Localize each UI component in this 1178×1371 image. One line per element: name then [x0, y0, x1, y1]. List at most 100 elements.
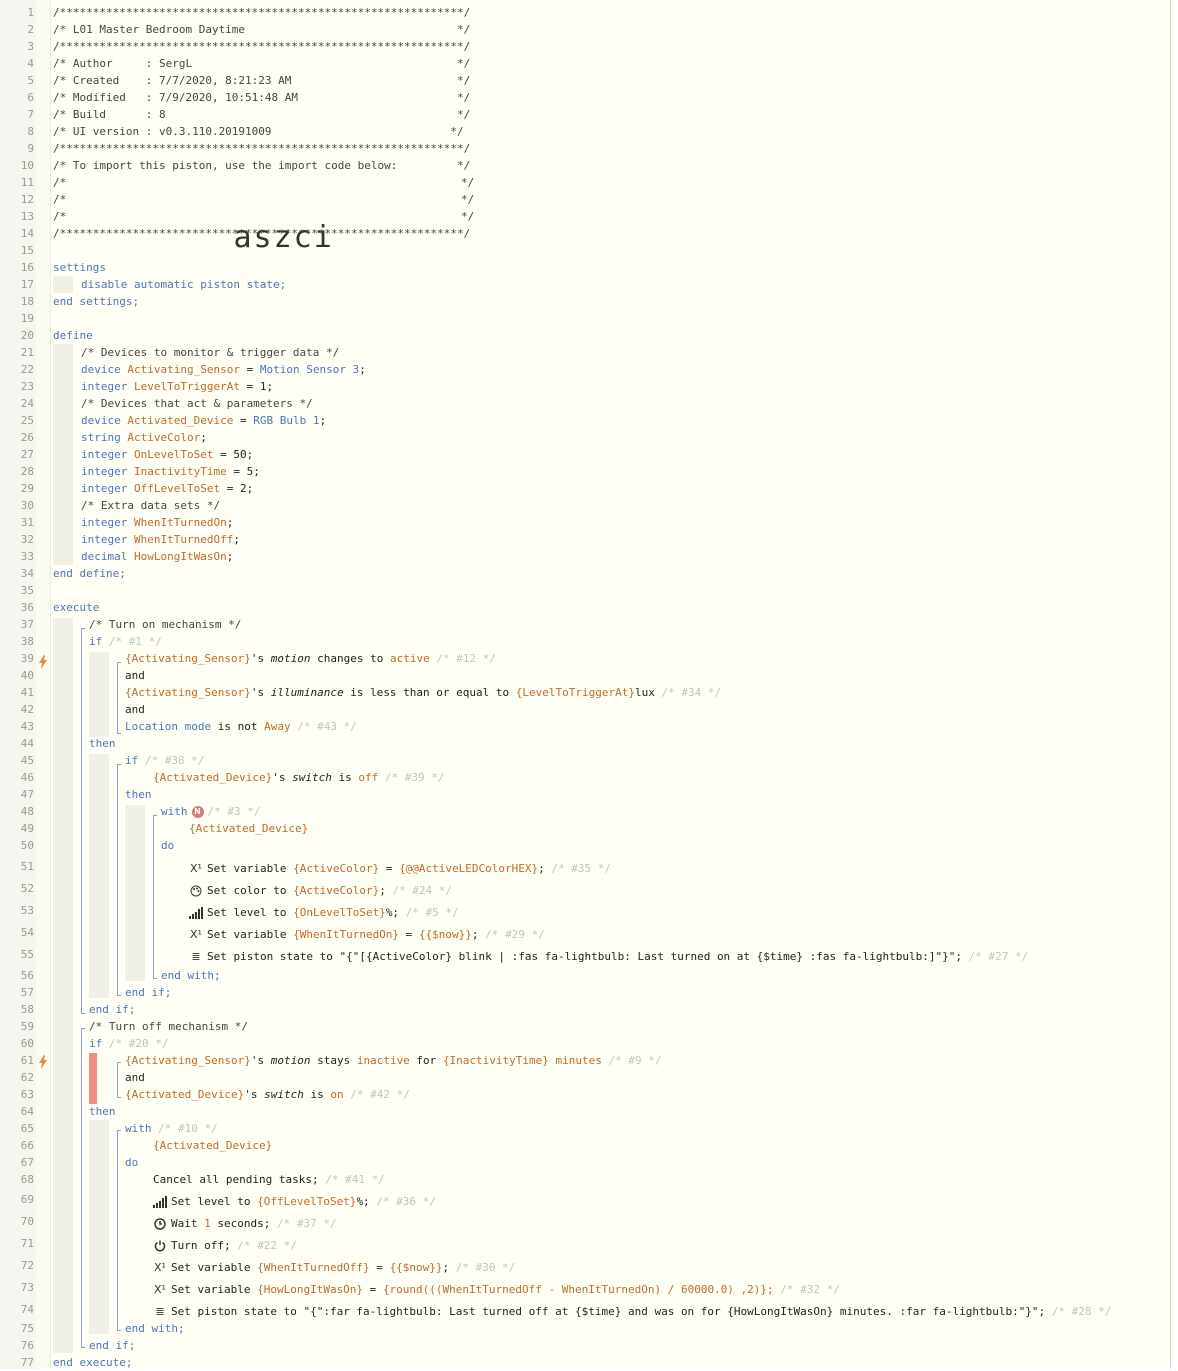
indent-guide	[89, 652, 109, 737]
if-statement[interactable]: if /* #38 */	[125, 752, 204, 769]
line-number: 38	[20, 635, 34, 648]
line-number: 59	[20, 1020, 34, 1033]
line-number: 76	[20, 1339, 34, 1352]
end-if[interactable]: end if;	[125, 984, 171, 1001]
define-activating-sensor[interactable]: device Activating_Sensor = Motion Sensor…	[81, 361, 366, 378]
and-operator[interactable]: and	[125, 667, 145, 684]
end-if[interactable]: end if;	[89, 1337, 135, 1354]
end-if[interactable]: end if;	[89, 1001, 135, 1018]
end-with[interactable]: end with;	[161, 967, 221, 984]
settings-keyword[interactable]: settings	[53, 259, 106, 276]
condition-motion-inactive[interactable]: {Activating_Sensor}'s motion stays inact…	[125, 1052, 662, 1069]
line-number: 11	[20, 176, 34, 189]
wait-statement[interactable]: Wait 1 seconds; /* #37 */	[153, 1215, 337, 1232]
with-statement[interactable]: with N/* #3 */	[161, 803, 260, 820]
marker-column	[36, 0, 51, 1369]
line-number: 77	[20, 1356, 34, 1369]
with-device[interactable]: {Activated_Device}	[189, 820, 308, 837]
header-created: /* Created : 7/7/2020, 8:21:23 AM */	[53, 74, 471, 87]
set-level-off[interactable]: Set level to {OffLevelToSet}%; /* #36 */	[153, 1193, 436, 1210]
then-keyword[interactable]: then	[89, 735, 116, 752]
header-title: /* L01 Master Bedroom Daytime */	[53, 23, 471, 36]
line-number: 31	[20, 516, 34, 529]
if-statement[interactable]: if /* #20 */	[89, 1035, 168, 1052]
define-off-level[interactable]: integer OffLevelToSet = 2;	[81, 480, 253, 497]
line-number: 40	[20, 669, 34, 682]
bracket-top	[81, 1028, 85, 1029]
list-icon: ≣	[155, 1305, 165, 1318]
end-with[interactable]: end with;	[125, 1320, 185, 1337]
define-how-long[interactable]: decimal HowLongItWasOn;	[81, 548, 233, 565]
bracket-bottom	[81, 1347, 85, 1348]
line-number: 28	[20, 465, 34, 478]
line-number: 15	[20, 244, 34, 257]
with-device[interactable]: {Activated_Device}	[153, 1137, 272, 1154]
set-color[interactable]: Set color to {ActiveColor}; /* #24 */	[189, 882, 452, 899]
and-operator[interactable]: and	[125, 1069, 145, 1086]
set-piston-state-on[interactable]: ≣ Set piston state to "{"[{ActiveColor} b…	[189, 948, 1028, 965]
turn-off-statement[interactable]: Turn off; /* #22 */	[153, 1237, 297, 1254]
bracket-top	[153, 815, 157, 816]
code-editor[interactable]: 1 2 3 4 5 6 7 8 9 10 11 12 13 14 15 16 17 18 19 20 21 22 23 24 2…	[0, 0, 1171, 1369]
and-operator[interactable]: and	[125, 701, 145, 718]
header-stars: /***************************************…	[53, 142, 471, 155]
line-number: 52	[20, 882, 34, 895]
line-number: 7	[27, 108, 34, 121]
line-number: 24	[20, 397, 34, 410]
if-statement[interactable]: if /* #1 */	[89, 633, 162, 650]
execute-end[interactable]: end execute;	[53, 1354, 132, 1371]
variable-icon: X¹	[154, 1283, 166, 1296]
lightning-icon	[38, 1055, 48, 1069]
line-number: 25	[20, 414, 34, 427]
settings-end[interactable]: end settings;	[53, 293, 139, 310]
do-keyword[interactable]: do	[125, 1154, 138, 1171]
set-variable-how-long[interactable]: X¹ Set variable {HowLongItWasOn} = {round…	[153, 1281, 840, 1298]
define-activated-device[interactable]: device Activated_Device = RGB Bulb 1;	[81, 412, 326, 429]
line-number: 50	[20, 839, 34, 852]
line-number: 9	[27, 142, 34, 155]
set-variable-active-color[interactable]: X¹ Set variable {ActiveColor} = {@@Active…	[189, 860, 611, 877]
palette-icon	[189, 884, 203, 897]
settings-disable-state[interactable]: disable automatic piston state;	[81, 276, 286, 293]
do-keyword[interactable]: do	[161, 837, 174, 854]
then-keyword[interactable]: then	[125, 786, 152, 803]
line-number: 2	[27, 23, 34, 36]
with-statement[interactable]: with /* #10 */	[125, 1120, 218, 1137]
define-on-level[interactable]: integer OnLevelToSet = 50;	[81, 446, 253, 463]
set-variable-when-on[interactable]: X¹ Set variable {WhenItTurnedOn} = {{$now…	[189, 926, 545, 943]
bracket	[81, 1028, 82, 1348]
line-number: 68	[20, 1173, 34, 1186]
error-bar	[89, 1053, 97, 1104]
condition-motion-active[interactable]: {Activating_Sensor}'s motion changes to …	[125, 650, 496, 667]
line-number: 27	[20, 448, 34, 461]
variable-icon: X¹	[190, 862, 202, 875]
define-inactivity[interactable]: integer InactivityTime = 5;	[81, 463, 260, 480]
line-number: 4	[27, 57, 34, 70]
header-blank-right: */	[461, 193, 475, 206]
bracket-top	[117, 662, 121, 663]
line-number: 73	[20, 1281, 34, 1294]
set-piston-state-off[interactable]: ≣ Set piston state to "{":far fa-lightbul…	[153, 1303, 1111, 1320]
bracket-bottom	[117, 1330, 121, 1331]
line-number: 45	[20, 754, 34, 767]
set-variable-when-off[interactable]: X¹ Set variable {WhenItTurnedOff} = {{$no…	[153, 1259, 515, 1276]
condition-location-mode[interactable]: Location mode is not Away /* #43 */	[125, 718, 357, 735]
header-ui-version: /* UI version : v0.3.110.20191009 */	[53, 125, 464, 138]
define-active-color[interactable]: string ActiveColor;	[81, 429, 207, 446]
define-end[interactable]: end define;	[53, 565, 126, 582]
header-blank-left: /*	[53, 176, 67, 189]
header-stars: /***************************************…	[53, 227, 471, 240]
define-keyword[interactable]: define	[53, 327, 93, 344]
condition-switch-off[interactable]: {Activated_Device}'s switch is off /* #3…	[153, 769, 444, 786]
condition-switch-on[interactable]: {Activated_Device}'s switch is on /* #42…	[125, 1086, 410, 1103]
header-blank-right: */	[461, 176, 475, 189]
cancel-tasks[interactable]: Cancel all pending tasks; /* #41 */	[153, 1171, 385, 1188]
define-when-off[interactable]: integer WhenItTurnedOff;	[81, 531, 240, 548]
set-level-on[interactable]: Set level to {OnLevelToSet}%; /* #5 */	[189, 904, 459, 921]
then-keyword[interactable]: then	[89, 1103, 116, 1120]
define-level-trigger[interactable]: integer LevelToTriggerAt = 1;	[81, 378, 273, 395]
condition-illuminance[interactable]: {Activating_Sensor}'s illuminance is les…	[125, 684, 721, 701]
execute-keyword[interactable]: execute	[53, 599, 99, 616]
define-when-on[interactable]: integer WhenItTurnedOn;	[81, 514, 233, 531]
line-number: 49	[20, 822, 34, 835]
